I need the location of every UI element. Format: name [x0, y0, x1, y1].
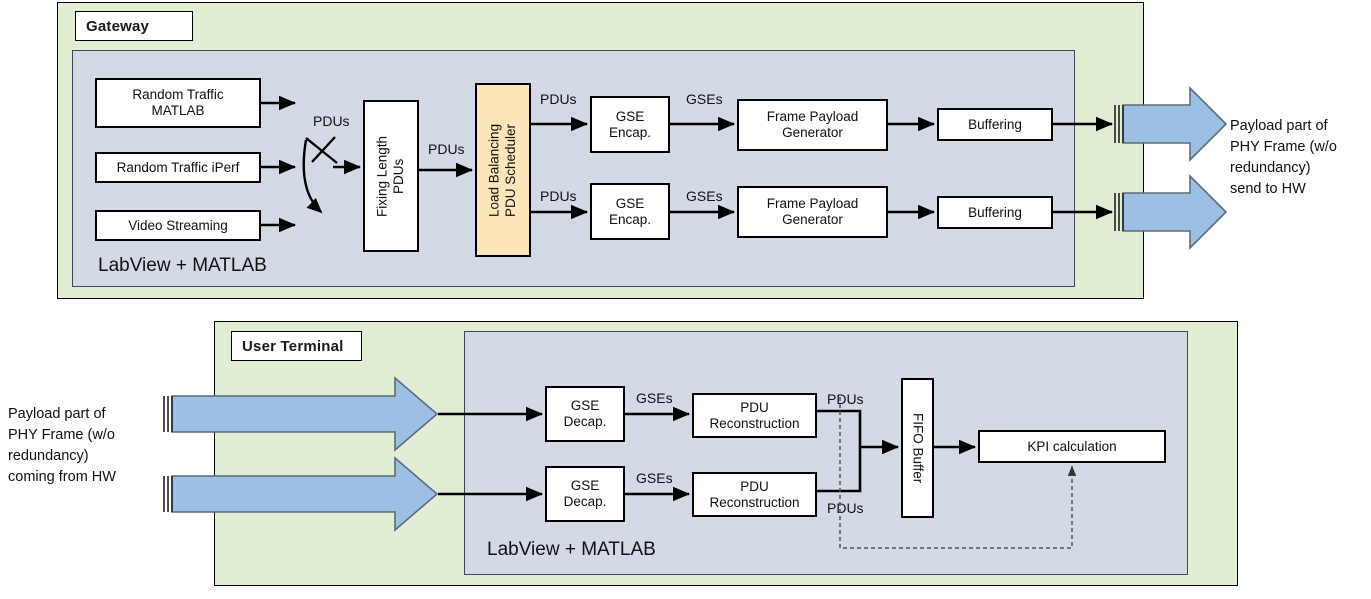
source-block-random-traffic-iperf: Random Traffic iPerf: [95, 152, 261, 183]
flow-label-merge-pdus: PDUs: [313, 113, 350, 129]
flow-label-gses-top: GSEs: [686, 91, 723, 107]
recon-line2: Reconstruction: [709, 415, 800, 431]
process-block-buffering-bottom: Buffering: [937, 196, 1053, 229]
frame-line2: Generator: [782, 125, 843, 140]
gateway-title-chip: Gateway: [75, 11, 193, 41]
process-block-gse-encap-bottom: GSE Encap.: [590, 183, 670, 240]
fixing-line2: PDUs: [391, 158, 406, 194]
flow-label-scheduler-out-bottom: PDUs: [540, 188, 577, 204]
process-block-pdu-reconstruction-bottom: PDU Reconstruction: [692, 472, 817, 517]
decap-line1: GSE: [570, 398, 600, 414]
scheduler-line1: Load Balancing: [486, 123, 502, 217]
flow-label-ut-pdus-top: PDUs: [827, 391, 864, 407]
frame-line2: Generator: [782, 212, 843, 227]
user-terminal-input-note: Payload part of PHY Frame (w/o redundanc…: [8, 406, 116, 486]
source-block-video-streaming: Video Streaming: [95, 210, 261, 241]
flow-label-gses-bottom: GSEs: [686, 188, 723, 204]
user-terminal-title: User Terminal: [242, 337, 344, 355]
source-line1: Random Traffic: [132, 87, 224, 103]
source-line2: MATLAB: [151, 103, 205, 118]
user-terminal-platform-label: LabView + MATLAB: [487, 539, 656, 560]
process-block-gse-encap-top: GSE Encap.: [590, 96, 670, 153]
source-block-label: Random Traffic iPerf: [116, 159, 240, 175]
flow-label-ut-pdus-bottom: PDUs: [827, 500, 864, 516]
encap-line2: Encap.: [608, 211, 652, 227]
frame-payload-label: Frame Payload Generator: [767, 109, 859, 141]
flow-label-ut-gses-bottom: GSEs: [636, 470, 673, 486]
buffering-label: Buffering: [968, 116, 1022, 132]
frame-line1: Frame Payload: [766, 196, 859, 212]
recon-line1: PDU: [740, 399, 769, 415]
encap-line1: GSE: [615, 195, 645, 211]
pdu-reconstruction-label: PDU Reconstruction: [709, 400, 799, 432]
fixing-block-label: Fixing Length PDUs: [375, 135, 408, 216]
fixing-line1: Fixing Length: [374, 135, 390, 217]
process-block-frame-payload-generator-bottom: Frame Payload Generator: [737, 186, 888, 238]
gse-decap-label: GSE Decap.: [564, 478, 607, 510]
gse-decap-label: GSE Decap.: [564, 398, 607, 430]
source-block-label: Video Streaming: [128, 217, 228, 233]
process-block-kpi-calculation: KPI calculation: [978, 430, 1166, 463]
process-block-pdu-reconstruction-top: PDU Reconstruction: [692, 393, 817, 438]
process-block-buffering-top: Buffering: [937, 108, 1053, 141]
scheduler-line2: PDU Scheduler: [503, 123, 518, 217]
recon-line2: Reconstruction: [709, 494, 800, 510]
gateway-title: Gateway: [86, 17, 150, 35]
recon-line1: PDU: [740, 478, 769, 494]
encap-line1: GSE: [615, 108, 645, 124]
flow-label-scheduler-out-top: PDUs: [540, 91, 577, 107]
gateway-output-note: Payload part of PHY Frame (w/o redundanc…: [1230, 118, 1337, 198]
gse-encap-label: GSE Encap.: [609, 196, 651, 228]
diagram-canvas: Gateway Random Traffic MATLAB Random Tra…: [0, 0, 1371, 599]
encap-line2: Encap.: [608, 124, 652, 140]
process-block-fixing-length-pdus: Fixing Length PDUs: [363, 100, 419, 252]
process-block-fifo-buffer: FIFO Buffer: [901, 378, 934, 518]
kpi-calculation-label: KPI calculation: [1027, 438, 1117, 454]
source-block-label: Random Traffic MATLAB: [132, 87, 223, 119]
process-block-frame-payload-generator-top: Frame Payload Generator: [737, 99, 888, 151]
pdu-reconstruction-label: PDU Reconstruction: [709, 479, 799, 511]
user-terminal-title-chip: User Terminal: [231, 331, 362, 361]
source-block-random-traffic-matlab: Random Traffic MATLAB: [95, 78, 261, 128]
fifo-buffer-label: FIFO Buffer: [910, 412, 926, 484]
decap-line2: Decap.: [563, 494, 607, 509]
decap-line2: Decap.: [563, 414, 607, 429]
process-block-load-balancing-pdu-scheduler: Load Balancing PDU Scheduler: [475, 83, 531, 257]
flow-label-fixed-pdus: PDUs: [428, 141, 465, 157]
buffering-label: Buffering: [968, 204, 1022, 220]
gse-encap-label: GSE Encap.: [609, 109, 651, 141]
frame-line1: Frame Payload: [766, 109, 859, 125]
process-block-gse-decap-bottom: GSE Decap.: [545, 466, 625, 522]
gateway-platform-label: LabView + MATLAB: [98, 255, 267, 276]
decap-line1: GSE: [570, 478, 600, 494]
process-block-gse-decap-top: GSE Decap.: [545, 386, 625, 442]
scheduler-block-label: Load Balancing PDU Scheduler: [487, 123, 520, 216]
frame-payload-label: Frame Payload Generator: [767, 196, 859, 228]
flow-label-ut-gses-top: GSEs: [636, 390, 673, 406]
